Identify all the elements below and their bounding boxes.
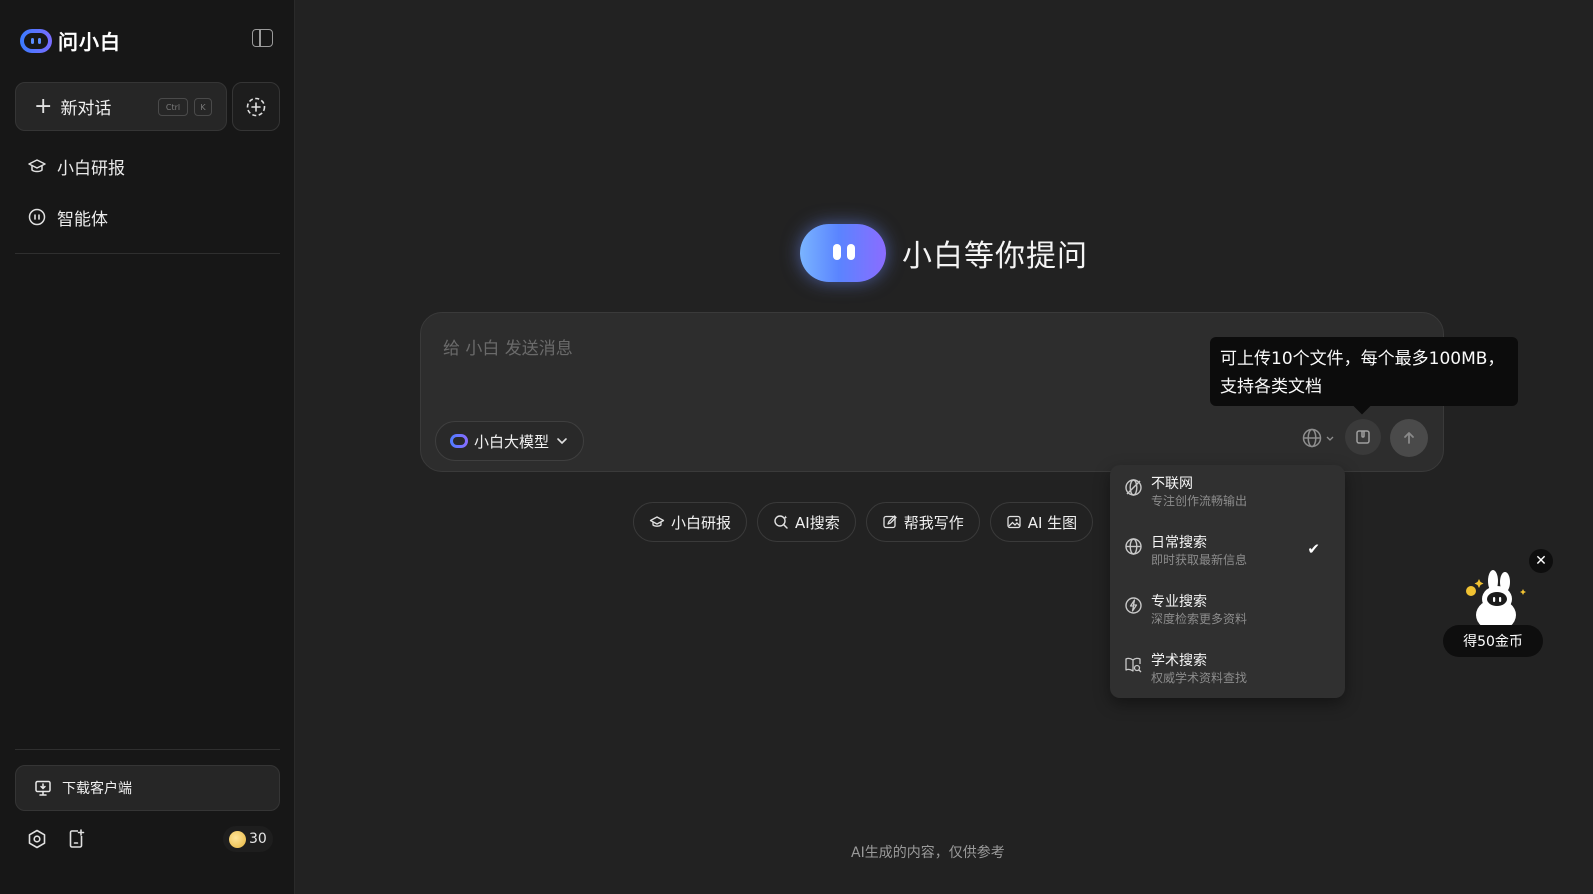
shortcut-k: K (194, 98, 212, 116)
chip-label: 小白研报 (671, 513, 732, 532)
menu-item-offline[interactable]: 不联网 专注创作流畅输出 (1124, 475, 1334, 515)
mascot-logo-icon (800, 224, 886, 282)
tooltip-line: 支持各类文档 (1220, 377, 1322, 397)
globe-icon (1125, 538, 1142, 555)
graduation-cap-icon (649, 516, 665, 527)
menu-item-title: 日常搜索 (1151, 535, 1207, 551)
menu-item-desc: 专注创作流畅输出 (1151, 494, 1248, 508)
dashed-plus-circle-icon (246, 97, 266, 116)
arrow-up-icon (1404, 432, 1414, 444)
page-title: 小白等你提问 (902, 239, 1088, 274)
sidebar: 问小白 + 新对话 Ctrl K 小白研报 智能体 下载客户端 30 (0, 0, 295, 894)
tooltip-line: 可上传10个文件，每个最多100MB， (1220, 349, 1505, 369)
upload-tooltip: 可上传10个文件，每个最多100MB， 支持各类文档 (1210, 337, 1518, 406)
menu-item-title: 学术搜索 (1151, 653, 1207, 669)
check-icon: ✔ (1307, 540, 1320, 558)
chevron-down-icon (1326, 436, 1334, 441)
menu-item-desc: 深度检索更多资料 (1151, 612, 1248, 626)
attach-file-button[interactable] (1345, 419, 1381, 455)
coin-balance[interactable]: 30 (223, 826, 273, 852)
chip-image-gen[interactable]: AI 生图 (989, 502, 1094, 542)
app-logo[interactable]: 问小白 (20, 26, 121, 55)
menu-item-academic-search[interactable]: 学术搜索 权威学术资料查找 (1124, 652, 1334, 692)
close-icon[interactable]: ✕ (1529, 549, 1553, 573)
globe-off-icon (1125, 479, 1142, 496)
create-agent-button[interactable] (232, 82, 280, 131)
sidebar-toggle-icon[interactable] (252, 29, 273, 47)
sidebar-item-label: 小白研报 (57, 158, 125, 179)
sidebar-item-research[interactable]: 小白研报 (27, 153, 125, 179)
robot-face-icon (28, 208, 46, 226)
menu-item-desc: 即时获取最新信息 (1151, 553, 1248, 567)
menu-item-desc: 权威学术资料查找 (1151, 671, 1248, 685)
reward-label: 得50金币 (1443, 625, 1543, 657)
bolt-circle-icon (1125, 597, 1142, 614)
graduation-cap-icon (28, 159, 46, 173)
sidebar-item-agents[interactable]: 智能体 (27, 204, 108, 230)
menu-item-title: 不联网 (1151, 476, 1193, 492)
model-icon (450, 434, 468, 448)
web-search-toggle[interactable] (1301, 427, 1335, 449)
chip-label: 帮我写作 (903, 513, 964, 532)
send-button[interactable] (1390, 419, 1428, 457)
image-icon (1007, 515, 1021, 529)
search-sparkle-icon (774, 515, 788, 529)
globe-icon (1302, 428, 1322, 448)
mobile-app-icon[interactable] (65, 828, 87, 850)
book-search-icon (1125, 657, 1142, 673)
edit-icon (883, 515, 897, 529)
new-chat-label: 新对话 (60, 99, 112, 119)
chip-label: AI 生图 (1027, 513, 1078, 532)
model-label: 小白大模型 (474, 432, 550, 451)
settings-icon[interactable] (26, 828, 48, 850)
sidebar-item-label: 智能体 (57, 209, 108, 230)
sidebar-divider (15, 749, 280, 750)
sidebar-divider (15, 253, 280, 254)
bunny-mascot-icon (1466, 570, 1526, 631)
logo-icon (20, 28, 52, 53)
desktop-download-icon (35, 780, 51, 796)
menu-item-daily-search[interactable]: 日常搜索 即时获取最新信息 ✔ (1124, 534, 1334, 574)
chevron-down-icon (557, 438, 567, 445)
chip-research[interactable]: 小白研报 (633, 502, 748, 542)
model-selector[interactable]: 小白大模型 (435, 421, 585, 461)
shortcut-ctrl: Ctrl (158, 98, 188, 116)
menu-item-title: 专业搜索 (1151, 594, 1207, 610)
chip-writing[interactable]: 帮我写作 (865, 502, 980, 542)
plus-icon: + (34, 93, 53, 119)
coin-icon (229, 830, 246, 848)
chip-label: AI搜索 (795, 513, 840, 532)
hero: 小白等你提问 (800, 224, 1088, 282)
chip-ai-search[interactable]: AI搜索 (757, 502, 856, 542)
attachment-icon (1356, 430, 1370, 444)
download-client-button[interactable]: 下载客户端 (15, 765, 280, 811)
coin-count: 30 (249, 831, 267, 847)
message-input[interactable] (443, 339, 1143, 359)
search-mode-menu: 不联网 专注创作流畅输出 日常搜索 即时获取最新信息 ✔ 专业搜索 深度检索更多… (1110, 465, 1345, 698)
app-name: 问小白 (58, 30, 121, 54)
reward-widget[interactable]: ✕ 得50金币 (1443, 549, 1555, 659)
download-label: 下载客户端 (62, 781, 132, 797)
disclaimer: AI生成的内容，仅供参考 (851, 845, 1005, 861)
new-chat-button[interactable]: + 新对话 Ctrl K (15, 82, 227, 131)
menu-item-pro-search[interactable]: 专业搜索 深度检索更多资料 (1124, 593, 1334, 633)
quick-actions: 小白研报 AI搜索 帮我写作 AI 生图 (633, 502, 1094, 542)
